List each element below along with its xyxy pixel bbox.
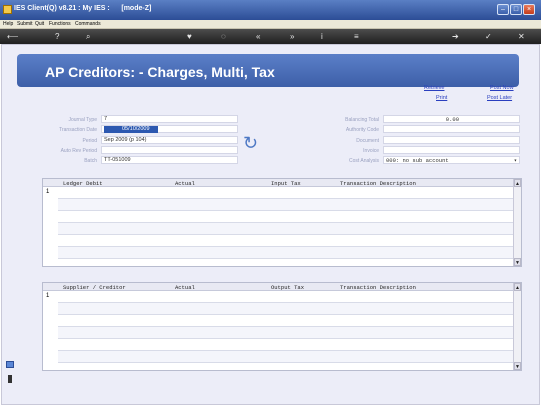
journal-type-field[interactable]: 7 <box>101 115 238 123</box>
row-divider <box>58 222 513 223</box>
row-divider <box>58 326 513 327</box>
close-button[interactable]: × <box>523 4 535 15</box>
period-label: Period <box>82 138 97 144</box>
col-actual[interactable]: Actual <box>175 180 195 187</box>
row-divider <box>58 234 513 235</box>
transaction-date-field[interactable]: 05/10/2009 <box>101 125 238 133</box>
cost-analysis-value: 000: no sub account <box>386 157 449 164</box>
table-row[interactable] <box>58 350 513 362</box>
menu-bar: Help Submit Quit Functions Commands <box>0 20 541 29</box>
scroll-down-icon[interactable]: ▼ <box>514 362 521 370</box>
row-divider <box>58 198 513 199</box>
col-actual[interactable]: Actual <box>175 284 195 291</box>
menu-functions[interactable]: Functions <box>49 21 71 27</box>
post-now-link[interactable]: Post Now <box>490 85 514 91</box>
authority-code-label: Authority Code <box>345 127 379 133</box>
maximize-button[interactable]: □ <box>510 4 522 15</box>
first-icon[interactable]: « <box>256 32 260 41</box>
invoice-field[interactable] <box>383 146 520 154</box>
col-supplier-creditor[interactable]: Supplier / Creditor <box>63 284 126 291</box>
auto-rev-period-field[interactable] <box>101 146 238 154</box>
menu-submit[interactable]: Submit <box>17 21 33 27</box>
window-title: IES Client(Q) v8.21 : My IES : [mode-Z] <box>14 5 152 12</box>
menu-commands[interactable]: Commands <box>75 21 101 27</box>
last-icon[interactable]: » <box>290 32 294 41</box>
info-icon[interactable]: i <box>321 32 323 41</box>
forward-icon[interactable]: ➔ <box>452 32 459 41</box>
debit-grid-scrollbar[interactable]: ▲ ▼ <box>513 179 521 266</box>
batch-field[interactable]: TT-051009 <box>101 156 238 164</box>
debit-grid: Ledger Debit Actual Input Tax Transactio… <box>42 178 522 267</box>
row-divider <box>58 350 513 351</box>
app-icon <box>3 5 12 14</box>
transaction-date-label: Transaction Date <box>59 127 97 133</box>
row-divider <box>58 362 513 363</box>
row-divider <box>58 314 513 315</box>
table-row[interactable] <box>58 222 513 234</box>
scroll-up-icon[interactable]: ▲ <box>514 283 521 291</box>
minimize-button[interactable]: – <box>497 4 509 15</box>
row-divider <box>58 338 513 339</box>
cost-analysis-select[interactable]: 000: no sub account ▾ <box>383 156 520 164</box>
scroll-up-icon[interactable]: ▲ <box>514 179 521 187</box>
history-icon[interactable]: ◌ <box>221 32 226 41</box>
balancing-total-label: Balancing Total <box>345 117 379 123</box>
invoice-label: Invoice <box>363 148 379 154</box>
journal-type-label: Journal Type <box>68 117 97 123</box>
credit-grid: Supplier / Creditor Actual Output Tax Tr… <box>42 282 522 371</box>
menu-quit[interactable]: Quit <box>35 21 44 27</box>
print-link[interactable]: Print <box>436 95 447 101</box>
col-input-tax[interactable]: Input Tax <box>271 180 301 187</box>
back-icon[interactable]: ⟵ <box>7 32 18 41</box>
row-divider <box>58 258 513 259</box>
document-label: Document <box>356 138 379 144</box>
favourite-icon[interactable]: ♥ <box>187 32 192 41</box>
scroll-down-icon[interactable]: ▼ <box>514 258 521 266</box>
side-handle-icon[interactable] <box>8 375 12 383</box>
auto-rev-period-label: Auto Rev Period <box>60 148 97 154</box>
search-icon[interactable]: ⌕ <box>86 32 90 41</box>
row-divider <box>58 246 513 247</box>
row-divider <box>58 210 513 211</box>
menu-help[interactable]: Help <box>3 21 13 27</box>
cancel-icon[interactable]: ✕ <box>518 32 525 41</box>
row-marker: 1 <box>46 293 50 299</box>
chevron-down-icon[interactable]: ▾ <box>514 157 517 164</box>
row-divider <box>58 302 513 303</box>
refresh-icon[interactable]: ↻ <box>243 134 258 152</box>
col-ledger-debit[interactable]: Ledger Debit <box>63 180 103 187</box>
header-band: AP Creditors: - Charges, Multi, Tax <box>17 54 519 87</box>
batch-label: Batch <box>84 158 97 164</box>
credit-grid-scrollbar[interactable]: ▲ ▼ <box>513 283 521 370</box>
col-output-tax[interactable]: Output Tax <box>271 284 304 291</box>
table-row[interactable] <box>58 326 513 338</box>
cost-analysis-label: Cost Analysis <box>348 158 379 164</box>
col-transaction-description[interactable]: Transaction Description <box>340 284 416 291</box>
toolbar: ⟵ ? ⌕ ♥ ◌ « » i ≡ ➔ ✓ ✕ <box>0 29 541 44</box>
credit-grid-header: Supplier / Creditor Actual Output Tax Tr… <box>43 283 513 291</box>
col-transaction-description[interactable]: Transaction Description <box>340 180 416 187</box>
document-field[interactable] <box>383 136 520 144</box>
title-bar: IES Client(Q) v8.21 : My IES : [mode-Z] … <box>0 0 541 20</box>
debit-grid-header: Ledger Debit Actual Input Tax Transactio… <box>43 179 513 187</box>
authority-code-field[interactable] <box>383 125 520 133</box>
page-title: AP Creditors: - Charges, Multi, Tax <box>45 64 275 80</box>
balancing-total-field: 0.00 <box>383 115 520 123</box>
help-icon[interactable]: ? <box>55 32 59 41</box>
transaction-date-value: 05/10/2009 <box>104 126 158 133</box>
table-row[interactable] <box>58 198 513 210</box>
table-row[interactable] <box>58 302 513 314</box>
list-icon[interactable]: ≡ <box>354 32 359 41</box>
row-marker: 1 <box>46 189 50 195</box>
table-row[interactable] <box>58 246 513 258</box>
retrieve-link[interactable]: Retrieve <box>424 85 444 91</box>
side-tab-icon[interactable] <box>6 361 14 368</box>
post-later-link[interactable]: Post Later <box>487 95 512 101</box>
period-field[interactable]: Sep 2009 (p 104) <box>101 136 238 144</box>
ok-icon[interactable]: ✓ <box>485 32 492 41</box>
